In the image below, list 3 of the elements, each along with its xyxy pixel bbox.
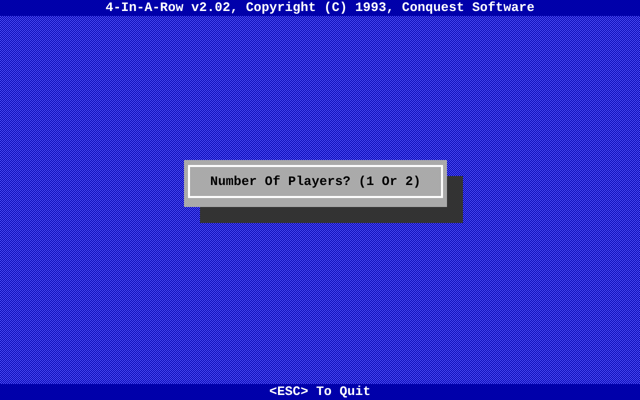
- status-bar: <ESC> To Quit: [0, 384, 640, 400]
- title-bar: 4-In-A-Row v2.02, Copyright (C) 1993, Conquest Software: [0, 0, 640, 16]
- prompt-text: Number Of Players? (1 Or 2): [210, 174, 421, 189]
